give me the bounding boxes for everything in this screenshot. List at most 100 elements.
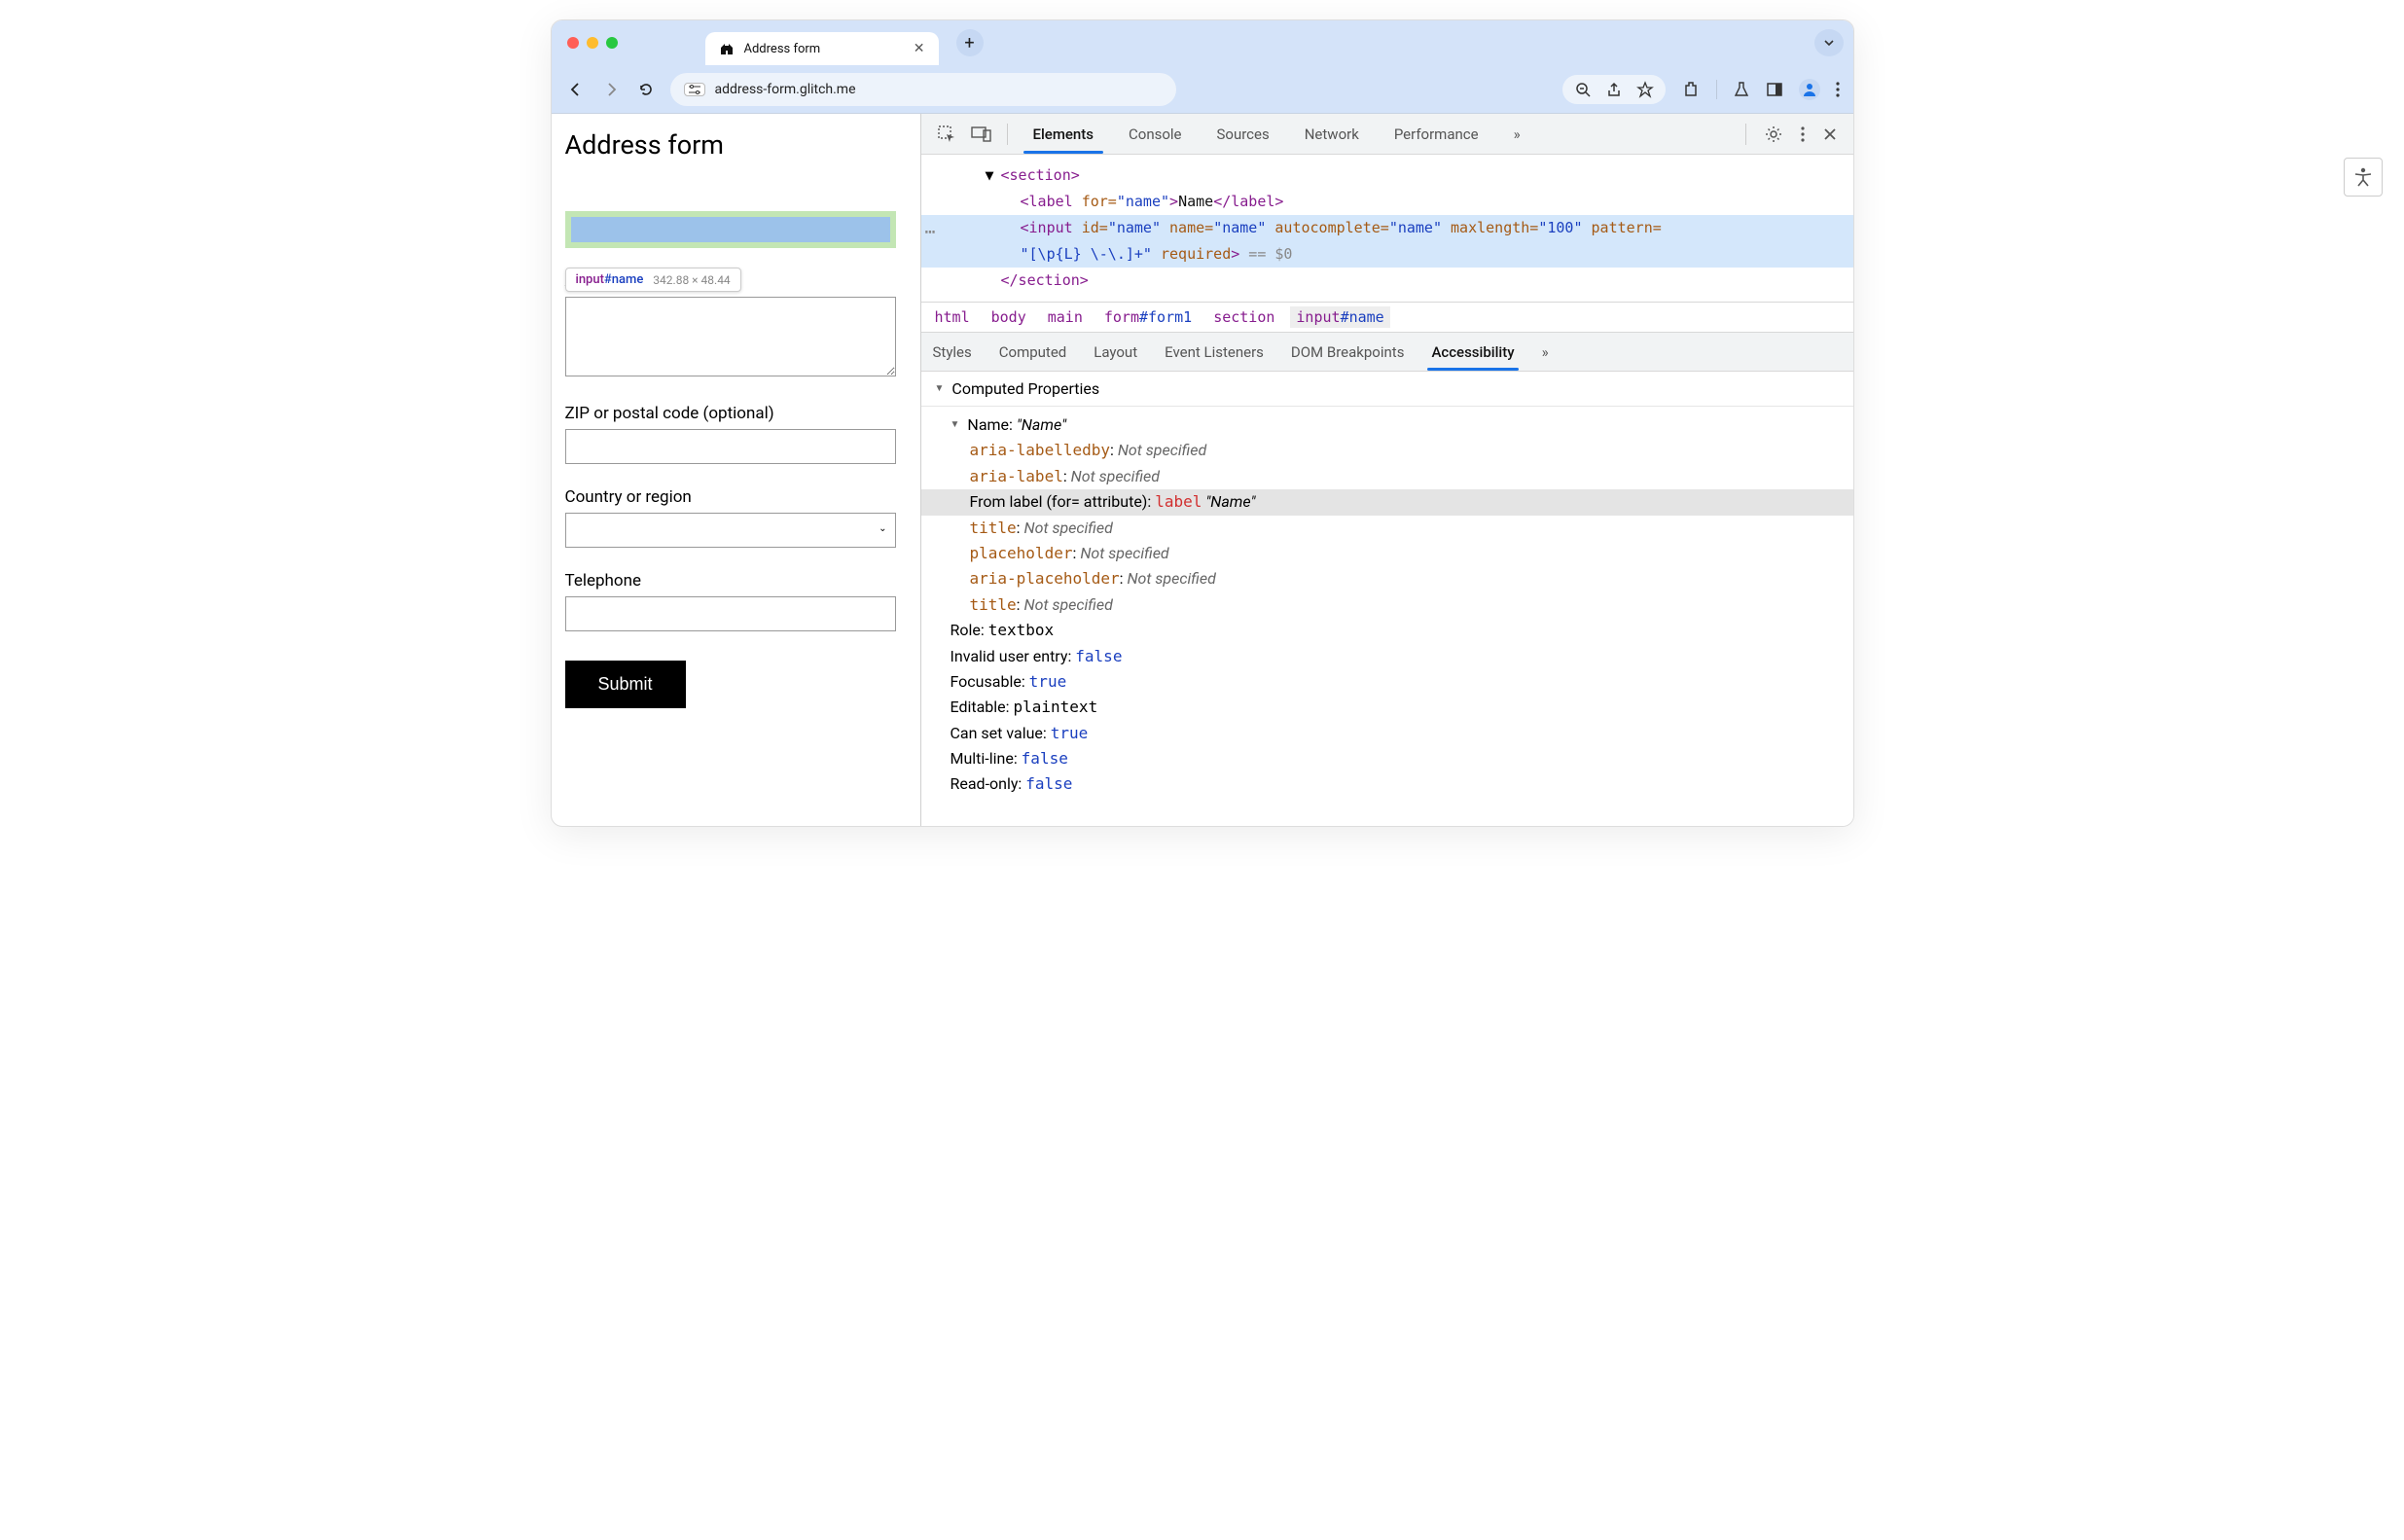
computed-row: Can set value: true — [951, 721, 1840, 746]
toolbar-divider — [1716, 80, 1717, 99]
tab-title: Address form — [744, 42, 821, 56]
highlight-inner — [571, 217, 890, 242]
telephone-label: Telephone — [565, 571, 907, 591]
name-source-row: aria-labelledby: Not specified — [970, 438, 1840, 463]
browser-window: Address form ✕ + address-form.glitch.me — [551, 19, 1854, 827]
subtab-layout[interactable]: Layout — [1094, 333, 1137, 371]
breadcrumb-item[interactable]: form#form1 — [1104, 308, 1192, 326]
devtools: ElementsConsoleSourcesNetworkPerformance… — [921, 114, 1853, 827]
devtools-tab-network[interactable]: Network — [1287, 114, 1377, 154]
disclosure-triangle-icon[interactable]: ▼ — [935, 383, 945, 394]
tooltip-tag: input — [576, 272, 604, 287]
devtools-tab-console[interactable]: Console — [1111, 114, 1200, 154]
name-row[interactable]: ▼ Name: "Name" — [951, 412, 1840, 438]
tabs-overflow-icon[interactable]: » — [1496, 114, 1538, 154]
tab-favicon — [719, 41, 735, 56]
telephone-input[interactable] — [565, 596, 896, 631]
browser-tab[interactable]: Address form ✕ — [705, 32, 939, 65]
settings-icon[interactable] — [1764, 125, 1783, 144]
computed-row: Invalid user entry: false — [951, 644, 1840, 669]
breadcrumb-item[interactable]: section — [1213, 308, 1274, 326]
devtools-tab-sources[interactable]: Sources — [1200, 114, 1287, 154]
elements-dom-tree[interactable]: ▼<section> <label for="name">Name</label… — [921, 155, 1853, 302]
back-button[interactable] — [565, 81, 587, 98]
share-icon[interactable] — [1605, 81, 1623, 98]
url-bar[interactable]: address-form.glitch.me — [670, 73, 1176, 106]
browser-toolbar: address-form.glitch.me — [552, 65, 1853, 114]
subtabs-overflow-icon[interactable]: » — [1542, 333, 1549, 371]
rendered-page: Address form input#name 342.88 × 48.44 A… — [552, 114, 921, 827]
breadcrumb-item[interactable]: body — [991, 308, 1026, 326]
computed-rows: Role: textboxInvalid user entry: falseFo… — [951, 618, 1840, 798]
titlebar: Address form ✕ + — [552, 20, 1853, 65]
chevron-down-icon: ⌄ — [879, 523, 886, 534]
devtools-tab-elements[interactable]: Elements — [1016, 114, 1112, 154]
devtools-right-icons — [1745, 114, 1853, 154]
subtab-dom-breakpoints[interactable]: DOM Breakpoints — [1291, 333, 1405, 371]
divider — [1745, 124, 1746, 145]
elements-breadcrumb[interactable]: html body main form#form1 section input#name — [921, 302, 1853, 333]
disclosure-triangle-icon[interactable]: ▼ — [951, 417, 960, 434]
tooltip-id: #name — [604, 272, 643, 287]
address-textarea[interactable] — [565, 297, 896, 376]
name-source-row: placeholder: Not specified — [970, 541, 1840, 566]
subtab-computed[interactable]: Computed — [999, 333, 1067, 371]
sidepanel-icon[interactable] — [1766, 81, 1783, 98]
toolbar-right — [1562, 75, 1840, 104]
kebab-menu-icon[interactable] — [1836, 81, 1840, 98]
profile-avatar[interactable] — [1799, 79, 1820, 100]
breadcrumb-item[interactable]: main — [1048, 308, 1083, 326]
name-source-row: aria-label: Not specified — [970, 464, 1840, 489]
site-info-icon[interactable] — [684, 83, 705, 96]
minimize-window-button[interactable] — [587, 37, 598, 49]
fullscreen-window-button[interactable] — [606, 37, 618, 49]
inspect-element-icon[interactable] — [929, 114, 964, 154]
computed-row: Read-only: false — [951, 771, 1840, 797]
name-source-row: title: Not specified — [970, 592, 1840, 618]
computed-properties-header[interactable]: ▼ Computed Properties — [921, 372, 1853, 407]
country-label: Country or region — [565, 487, 907, 507]
labs-icon[interactable] — [1733, 81, 1750, 98]
highlight-overlay — [565, 211, 896, 248]
name-source-row: title: Not specified — [970, 516, 1840, 541]
name-sources: aria-labelledby: Not specifiedaria-label… — [951, 438, 1840, 489]
tab-overflow-button[interactable] — [1814, 29, 1844, 56]
computed-row: Multi-line: false — [951, 746, 1840, 771]
content-area: Address form input#name 342.88 × 48.44 A… — [552, 114, 1853, 827]
subtab-event-listeners[interactable]: Event Listeners — [1165, 333, 1264, 371]
devtools-tabs: ElementsConsoleSourcesNetworkPerformance… — [921, 114, 1853, 155]
country-select[interactable]: ⌄ — [565, 513, 896, 548]
inspector-tooltip: input#name 342.88 × 48.44 — [565, 268, 741, 292]
window-controls — [561, 37, 618, 49]
tooltip-dims: 342.88 × 48.44 — [653, 273, 730, 287]
name-sources-after: title: Not specifiedplaceholder: Not spe… — [951, 516, 1840, 619]
styles-subtabs: Styles Computed Layout Event Listeners DOM B… — [921, 333, 1853, 372]
devtools-tab-performance[interactable]: Performance — [1377, 114, 1496, 154]
close-devtools-icon[interactable] — [1822, 126, 1838, 142]
subtab-accessibility[interactable]: Accessibility — [1431, 333, 1514, 371]
bookmark-icon[interactable] — [1636, 81, 1654, 98]
kebab-menu-icon[interactable] — [1801, 125, 1805, 143]
name-source-row: aria-placeholder: Not specified — [970, 566, 1840, 591]
computed-row: Editable: plaintext — [951, 695, 1840, 720]
zip-input[interactable] — [565, 429, 896, 464]
close-window-button[interactable] — [567, 37, 579, 49]
device-toggle-icon[interactable] — [964, 114, 999, 154]
zip-label: ZIP or postal code (optional) — [565, 404, 907, 423]
from-label-row: From label (for= attribute): label "Name… — [921, 489, 1853, 515]
forward-button[interactable] — [600, 81, 622, 98]
tab-close-icon[interactable]: ✕ — [914, 41, 925, 56]
page-heading: Address form — [565, 129, 907, 161]
computed-row: Role: textbox — [951, 618, 1840, 643]
zoom-icon[interactable] — [1574, 81, 1592, 98]
breadcrumb-item[interactable]: html — [935, 308, 970, 326]
computed-properties-body: ▼ Name: "Name" aria-labelledby: Not spec… — [921, 407, 1853, 811]
subtab-styles[interactable]: Styles — [933, 333, 972, 371]
url-text: address-form.glitch.me — [715, 82, 856, 97]
new-tab-button[interactable]: + — [956, 29, 984, 56]
extensions-icon[interactable] — [1681, 80, 1701, 99]
breadcrumb-item[interactable]: input#name — [1290, 306, 1389, 328]
page-actions — [1562, 75, 1666, 104]
reload-button[interactable] — [635, 81, 657, 98]
submit-button[interactable]: Submit — [565, 661, 686, 708]
